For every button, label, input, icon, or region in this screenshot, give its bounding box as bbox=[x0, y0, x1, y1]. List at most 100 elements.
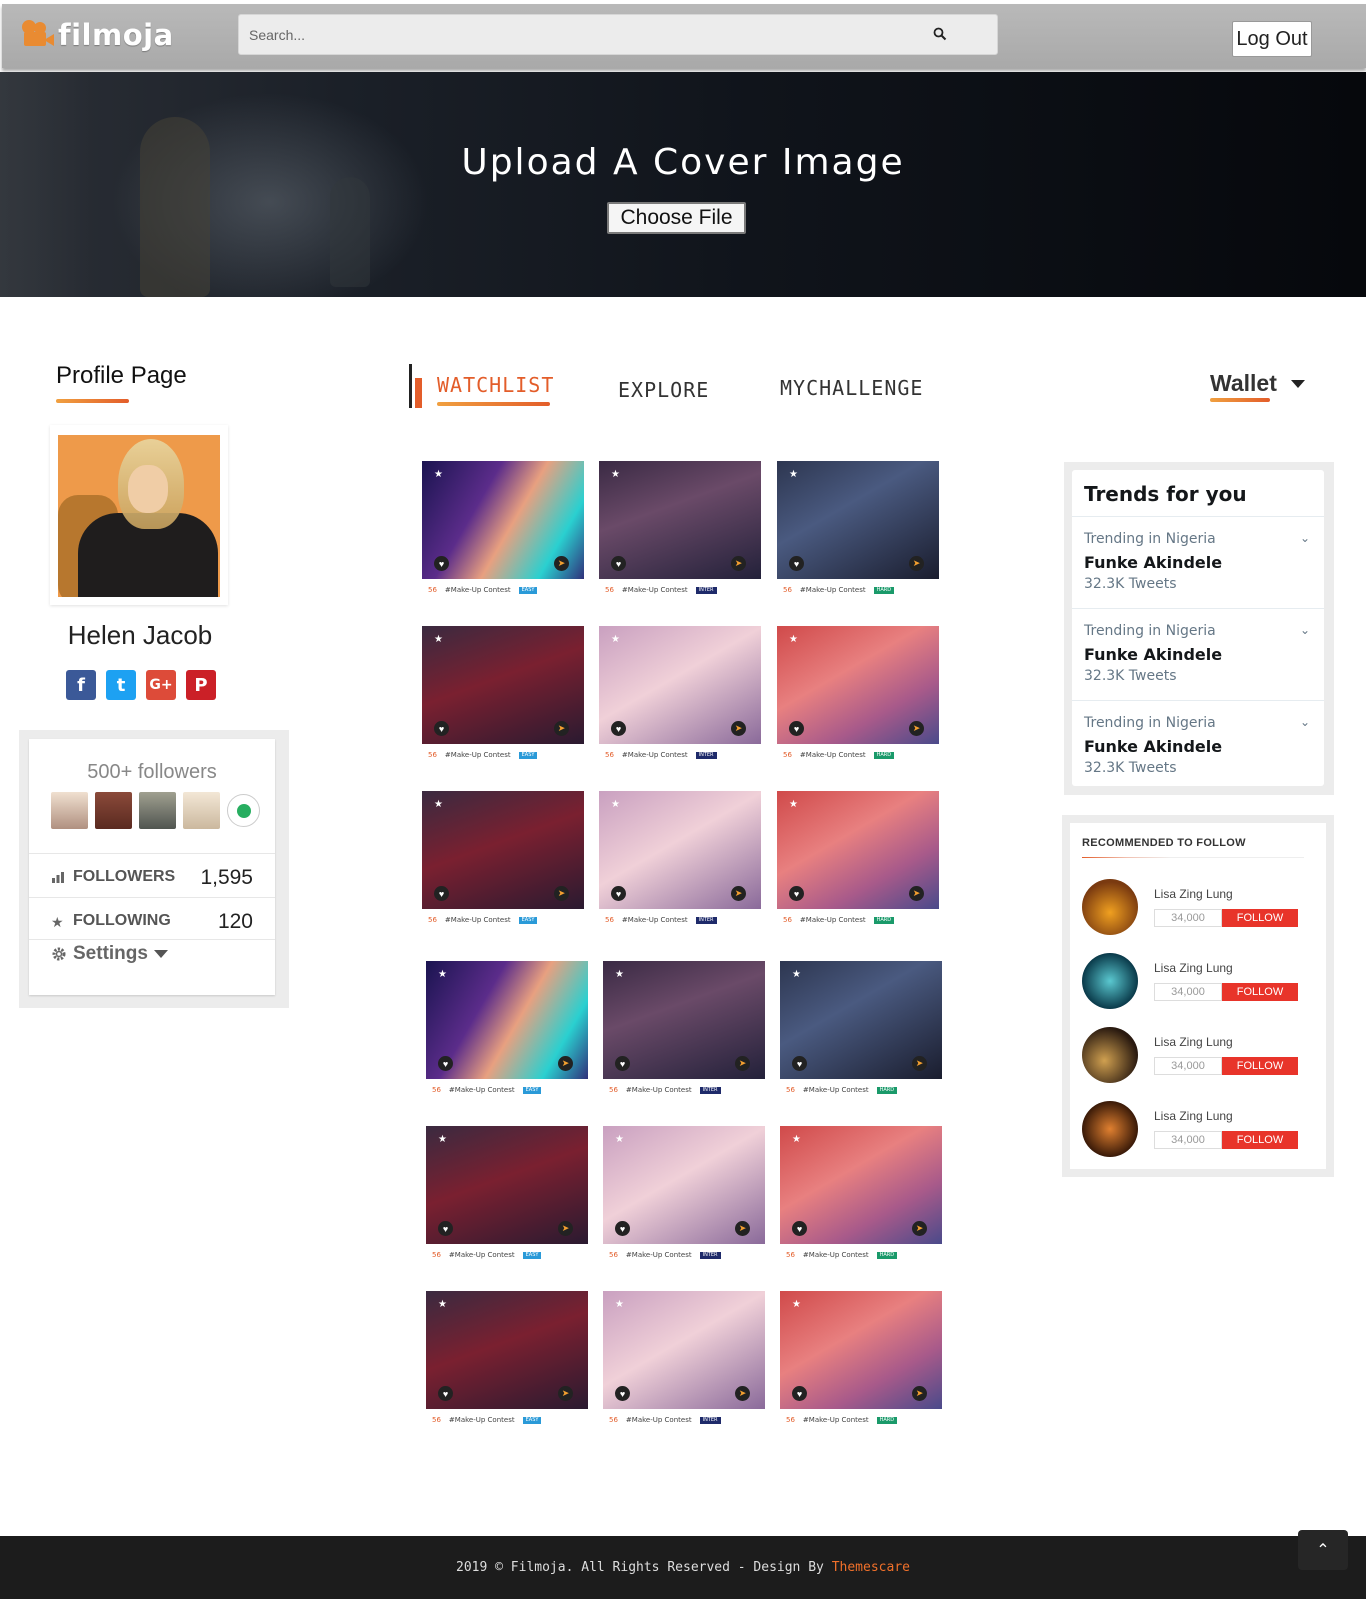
follow-button[interactable]: FOLLOW bbox=[1222, 1131, 1298, 1149]
send-icon[interactable]: ➤ bbox=[909, 556, 924, 571]
follow-button[interactable]: FOLLOW bbox=[1222, 983, 1298, 1001]
heart-icon[interactable]: ♥ bbox=[789, 886, 804, 901]
heart-icon[interactable]: ♥ bbox=[792, 1056, 807, 1071]
send-icon[interactable]: ➤ bbox=[909, 886, 924, 901]
heart-icon[interactable]: ♥ bbox=[615, 1386, 630, 1401]
heart-icon[interactable]: ♥ bbox=[434, 721, 449, 736]
trend-item[interactable]: Trending in Nigeria Funke Akindele 32.3K… bbox=[1072, 516, 1324, 608]
watchlist-card[interactable]: ★ ♥ ➤ 56 #Make-Up Contest INTER bbox=[599, 791, 761, 931]
heart-icon[interactable]: ♥ bbox=[611, 721, 626, 736]
heart-icon[interactable]: ♥ bbox=[615, 1056, 630, 1071]
watchlist-card[interactable]: ★ ♥ ➤ 56 #Make-Up Contest EASY bbox=[426, 961, 588, 1101]
tab-mychallenge[interactable]: MYCHALLENGE bbox=[780, 376, 923, 400]
card-tag[interactable]: #Make-Up Contest bbox=[449, 1416, 515, 1424]
watchlist-card[interactable]: ★ ♥ ➤ 56 #Make-Up Contest EASY bbox=[422, 791, 584, 931]
user-avatar[interactable] bbox=[1082, 1027, 1138, 1083]
star-icon[interactable]: ★ bbox=[615, 1134, 624, 1145]
star-icon[interactable]: ★ bbox=[434, 799, 443, 810]
watchlist-thumbnail[interactable]: ★ ♥ ➤ bbox=[603, 961, 765, 1079]
star-icon[interactable]: ★ bbox=[792, 1299, 801, 1310]
stat-row-followers[interactable]: FOLLOWERS 1,595 bbox=[29, 853, 275, 897]
footer-brand-link[interactable]: Themescare bbox=[832, 1560, 910, 1575]
send-icon[interactable]: ➤ bbox=[735, 1386, 750, 1401]
star-icon[interactable]: ★ bbox=[611, 799, 620, 810]
watchlist-card[interactable]: ★ ♥ ➤ 56 #Make-Up Contest INTER bbox=[603, 1126, 765, 1266]
star-icon[interactable]: ★ bbox=[789, 469, 798, 480]
card-tag[interactable]: #Make-Up Contest bbox=[800, 586, 866, 594]
heart-icon[interactable]: ♥ bbox=[434, 556, 449, 571]
card-tag[interactable]: #Make-Up Contest bbox=[445, 586, 511, 594]
card-tag[interactable]: #Make-Up Contest bbox=[449, 1251, 515, 1259]
card-tag[interactable]: #Make-Up Contest bbox=[445, 916, 511, 924]
heart-icon[interactable]: ♥ bbox=[438, 1386, 453, 1401]
send-icon[interactable]: ➤ bbox=[909, 721, 924, 736]
heart-icon[interactable]: ♥ bbox=[438, 1221, 453, 1236]
send-icon[interactable]: ➤ bbox=[558, 1386, 573, 1401]
card-tag[interactable]: #Make-Up Contest bbox=[449, 1086, 515, 1094]
heart-icon[interactable]: ♥ bbox=[789, 556, 804, 571]
watchlist-card[interactable]: ★ ♥ ➤ 56 #Make-Up Contest INTER bbox=[599, 461, 761, 601]
wallet-dropdown[interactable]: Wallet bbox=[1210, 370, 1305, 397]
card-tag[interactable]: #Make-Up Contest bbox=[803, 1086, 869, 1094]
watchlist-thumbnail[interactable]: ★ ♥ ➤ bbox=[422, 626, 584, 744]
watchlist-card[interactable]: ★ ♥ ➤ 56 #Make-Up Contest HARD bbox=[777, 461, 939, 601]
watchlist-card[interactable]: ★ ♥ ➤ 56 #Make-Up Contest HARD bbox=[780, 961, 942, 1101]
card-tag[interactable]: #Make-Up Contest bbox=[803, 1251, 869, 1259]
star-icon[interactable]: ★ bbox=[615, 1299, 624, 1310]
profile-avatar[interactable] bbox=[58, 435, 220, 597]
send-icon[interactable]: ➤ bbox=[731, 721, 746, 736]
watchlist-thumbnail[interactable]: ★ ♥ ➤ bbox=[780, 961, 942, 1079]
follower-avatar[interactable] bbox=[95, 792, 132, 829]
heart-icon[interactable]: ♥ bbox=[792, 1386, 807, 1401]
search-icon[interactable] bbox=[933, 27, 947, 41]
follower-avatar[interactable] bbox=[51, 792, 88, 829]
star-icon[interactable]: ★ bbox=[438, 969, 447, 980]
watchlist-card[interactable]: ★ ♥ ➤ 56 #Make-Up Contest INTER bbox=[603, 961, 765, 1101]
user-name[interactable]: Lisa Zing Lung bbox=[1154, 1109, 1233, 1123]
watchlist-thumbnail[interactable]: ★ ♥ ➤ bbox=[780, 1126, 942, 1244]
watchlist-card[interactable]: ★ ♥ ➤ 56 #Make-Up Contest EASY bbox=[426, 1291, 588, 1431]
stat-row-following[interactable]: ★ FOLLOWING 120 bbox=[29, 897, 275, 941]
star-icon[interactable]: ★ bbox=[434, 634, 443, 645]
tab-explore[interactable]: EXPLORE bbox=[618, 378, 709, 402]
watchlist-thumbnail[interactable]: ★ ♥ ➤ bbox=[422, 791, 584, 909]
send-icon[interactable]: ➤ bbox=[731, 556, 746, 571]
watchlist-card[interactable]: ★ ♥ ➤ 56 #Make-Up Contest EASY bbox=[426, 1126, 588, 1266]
follow-button[interactable]: FOLLOW bbox=[1222, 909, 1298, 927]
follower-avatar[interactable] bbox=[139, 792, 176, 829]
watchlist-card[interactable]: ★ ♥ ➤ 56 #Make-Up Contest HARD bbox=[777, 626, 939, 766]
user-avatar[interactable] bbox=[1082, 1101, 1138, 1157]
send-icon[interactable]: ➤ bbox=[912, 1221, 927, 1236]
choose-file-button[interactable]: Choose File bbox=[607, 202, 746, 234]
user-name[interactable]: Lisa Zing Lung bbox=[1154, 1035, 1233, 1049]
facebook-icon[interactable]: f bbox=[66, 670, 96, 700]
trend-item[interactable]: Trending in Nigeria Funke Akindele 32.3K… bbox=[1072, 608, 1324, 700]
tab-watchlist[interactable]: WATCHLIST bbox=[437, 373, 554, 397]
card-tag[interactable]: #Make-Up Contest bbox=[626, 1086, 692, 1094]
watchlist-thumbnail[interactable]: ★ ♥ ➤ bbox=[603, 1126, 765, 1244]
send-icon[interactable]: ➤ bbox=[554, 556, 569, 571]
user-avatar[interactable] bbox=[1082, 953, 1138, 1009]
watchlist-card[interactable]: ★ ♥ ➤ 56 #Make-Up Contest HARD bbox=[780, 1291, 942, 1431]
heart-icon[interactable]: ♥ bbox=[611, 886, 626, 901]
send-icon[interactable]: ➤ bbox=[558, 1056, 573, 1071]
watchlist-card[interactable]: ★ ♥ ➤ 56 #Make-Up Contest INTER bbox=[599, 626, 761, 766]
card-tag[interactable]: #Make-Up Contest bbox=[803, 1416, 869, 1424]
send-icon[interactable]: ➤ bbox=[558, 1221, 573, 1236]
send-icon[interactable]: ➤ bbox=[912, 1056, 927, 1071]
heart-icon[interactable]: ♥ bbox=[438, 1056, 453, 1071]
user-name[interactable]: Lisa Zing Lung bbox=[1154, 961, 1233, 975]
scroll-to-top-button[interactable]: ⌃ bbox=[1298, 1530, 1348, 1570]
search-input[interactable] bbox=[239, 15, 919, 54]
heart-icon[interactable]: ♥ bbox=[789, 721, 804, 736]
trend-item[interactable]: Trending in Nigeria Funke Akindele 32.3K… bbox=[1072, 700, 1324, 792]
star-icon[interactable]: ★ bbox=[789, 634, 798, 645]
watchlist-thumbnail[interactable]: ★ ♥ ➤ bbox=[777, 461, 939, 579]
watchlist-thumbnail[interactable]: ★ ♥ ➤ bbox=[603, 1291, 765, 1409]
card-tag[interactable]: #Make-Up Contest bbox=[800, 751, 866, 759]
star-icon[interactable]: ★ bbox=[438, 1134, 447, 1145]
heart-icon[interactable]: ♥ bbox=[611, 556, 626, 571]
chevron-down-icon[interactable]: ⌄ bbox=[1300, 623, 1310, 637]
watchlist-thumbnail[interactable]: ★ ♥ ➤ bbox=[599, 461, 761, 579]
send-icon[interactable]: ➤ bbox=[912, 1386, 927, 1401]
